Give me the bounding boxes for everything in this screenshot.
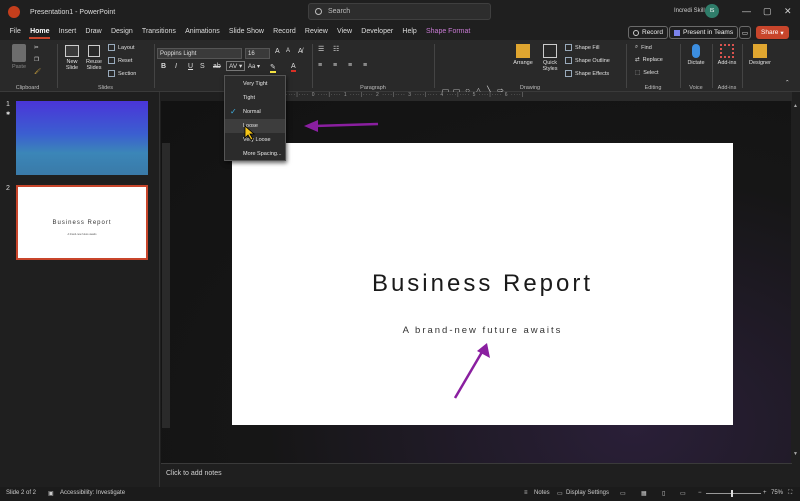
annotation-overlay [304,120,490,399]
annotation-arrow-subtitle [453,343,490,399]
annotation-arrow-menu [304,120,379,132]
